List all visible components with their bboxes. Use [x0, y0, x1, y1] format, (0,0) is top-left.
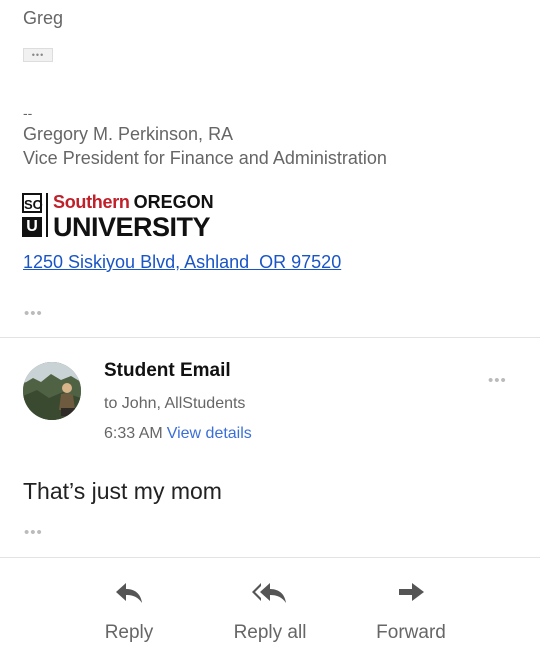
avatar-photo: [23, 362, 81, 420]
reply-label: Reply: [104, 622, 154, 643]
message-divider: [0, 337, 540, 338]
logo-divider: [46, 193, 48, 237]
reply-button[interactable]: Reply: [74, 580, 184, 644]
logo-university-text: UNIVERSITY: [53, 212, 211, 242]
reply-all-icon: [252, 583, 286, 603]
sender-avatar[interactable]: [23, 362, 81, 420]
message-time: 6:33 AM: [104, 425, 163, 442]
more-content-dots[interactable]: •••: [24, 525, 43, 540]
forward-button[interactable]: Forward: [356, 580, 466, 644]
actions-divider: [0, 557, 540, 558]
message-body: That’s just my mom: [23, 478, 222, 504]
address-link[interactable]: 1250 Siskiyou Blvd, Ashland OR 97520: [23, 252, 341, 273]
logo-southern-text: Southern: [53, 192, 130, 212]
recipients-line: to John, AllStudents: [104, 395, 246, 412]
forward-icon: [399, 583, 424, 601]
message-more-button[interactable]: •••: [488, 373, 507, 388]
reply-all-label: Reply all: [233, 622, 307, 643]
more-content-dots[interactable]: •••: [24, 306, 43, 321]
message-time-row: 6:33 AM View details: [104, 425, 252, 443]
show-trimmed-content-button[interactable]: •••: [23, 48, 53, 62]
sender-name[interactable]: Student Email: [104, 360, 231, 382]
logo-so-mark: SO: [22, 193, 43, 213]
reply-all-button[interactable]: Reply all: [215, 580, 325, 644]
view-details-link[interactable]: View details: [167, 425, 252, 442]
signature-title: Vice President for Finance and Administr…: [23, 148, 387, 168]
logo-oregon-text: OREGON: [133, 192, 214, 212]
greeting-signoff: Greg: [23, 8, 64, 28]
signature-name: Gregory M. Perkinson, RA: [23, 124, 234, 144]
forward-label: Forward: [376, 622, 446, 643]
reply-icon: [116, 583, 142, 603]
signature-separator: --: [23, 105, 33, 121]
logo-line-1: Southern OREGON: [53, 192, 214, 213]
logo-u-mark: U: [22, 217, 42, 237]
university-logo: SO U Southern OREGON UNIVERSITY: [22, 192, 232, 242]
